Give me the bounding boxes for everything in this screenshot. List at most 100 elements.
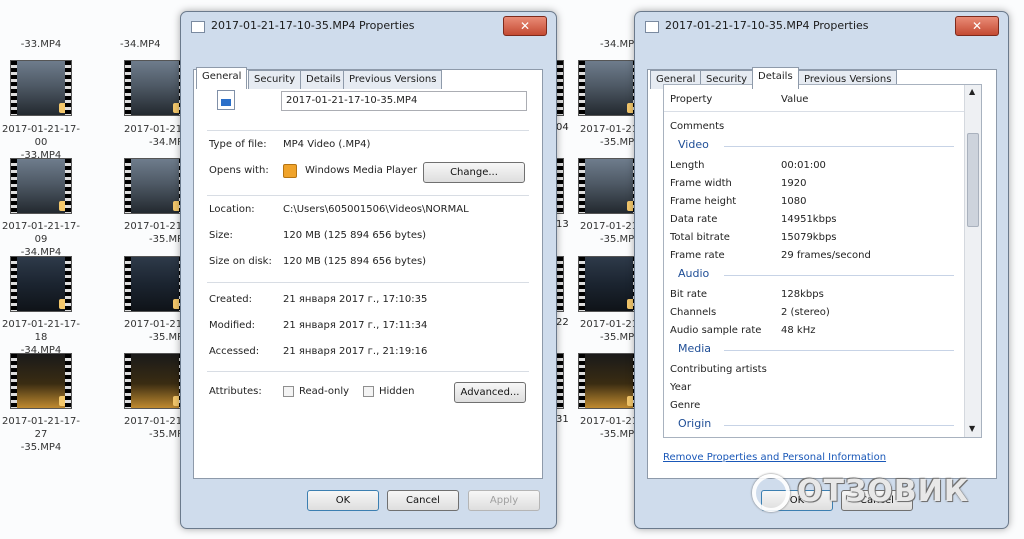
filename-field[interactable]: 2017-01-21-17-10-35.MP4 xyxy=(281,91,527,111)
divider xyxy=(207,371,529,372)
change-button[interactable]: Change... xyxy=(423,162,525,183)
windows-media-player-icon xyxy=(283,164,297,178)
property-name[interactable]: Frame height xyxy=(670,196,736,207)
section-divider xyxy=(724,425,954,426)
video-thumbnail[interactable] xyxy=(124,158,186,214)
attributes-label: Attributes: xyxy=(209,386,262,397)
video-thumbnail[interactable] xyxy=(578,158,640,214)
scrollbar[interactable]: ▲ ▼ xyxy=(964,85,981,437)
section-divider xyxy=(724,275,954,276)
file-label[interactable]: 2017-01-21-17-27 -35.MP4 xyxy=(0,415,86,454)
video-thumbnail[interactable] xyxy=(10,60,72,116)
read-only-checkbox[interactable] xyxy=(283,386,294,397)
video-thumbnail[interactable] xyxy=(10,158,72,214)
video-thumbnail[interactable] xyxy=(578,256,640,312)
video-thumbnail[interactable] xyxy=(10,353,72,409)
property-name[interactable]: Comments xyxy=(670,121,724,132)
property-name[interactable]: Frame width xyxy=(670,178,732,189)
video-thumbnail[interactable] xyxy=(124,256,186,312)
otzovik-logo-icon xyxy=(752,474,790,512)
video-thumbnail[interactable] xyxy=(578,60,640,116)
property-name[interactable]: Year xyxy=(670,382,691,393)
section-header: Video xyxy=(678,138,709,151)
properties-list[interactable]: Property Value Comments Video Length 00:01:… xyxy=(663,84,982,438)
property-value[interactable]: 48 kHz xyxy=(781,325,815,336)
hidden-label[interactable]: Hidden xyxy=(379,386,414,397)
tab-details[interactable]: Details xyxy=(300,70,347,89)
column-header-value[interactable]: Value xyxy=(781,94,808,105)
property-value[interactable]: 1920 xyxy=(781,178,806,189)
details-properties-dialog: 2017-01-21-17-10-35.MP4 Properties ✕ Gen… xyxy=(634,11,1009,529)
dialog-title: 2017-01-21-17-10-35.MP4 Properties xyxy=(665,19,869,32)
watermark-text: ОТЗОВИК xyxy=(797,474,970,509)
modified-value: 21 января 2017 г., 17:11:34 xyxy=(283,320,428,331)
property-name[interactable]: Channels xyxy=(670,307,716,318)
file-label[interactable]: 2017-01-21-17-09 -34.MP4 xyxy=(0,220,86,259)
remove-properties-link[interactable]: Remove Properties and Personal Informati… xyxy=(663,452,886,463)
opens-with-label: Opens with: xyxy=(209,165,269,176)
property-value[interactable]: 1080 xyxy=(781,196,806,207)
advanced-button[interactable]: Advanced... xyxy=(454,382,526,403)
section-divider xyxy=(724,146,954,147)
apply-button[interactable]: Apply xyxy=(468,490,540,511)
ok-button[interactable]: OK xyxy=(307,490,379,511)
file-label-fragment: 04 xyxy=(556,122,569,133)
file-label-fragment: 13 xyxy=(556,219,569,230)
close-button[interactable]: ✕ xyxy=(503,16,547,36)
video-thumbnail[interactable] xyxy=(124,60,186,116)
size-label: Size: xyxy=(209,230,233,241)
property-name[interactable]: Length xyxy=(670,160,705,171)
file-label[interactable]: 2017-01-21-17-00 -33.MP4 xyxy=(0,123,86,162)
file-label-fragment: 22 xyxy=(556,317,569,328)
scroll-up-arrow-icon[interactable]: ▲ xyxy=(969,87,975,96)
tab-previous-versions[interactable]: Previous Versions xyxy=(343,70,443,89)
size-value: 120 MB (125 894 656 bytes) xyxy=(283,230,427,241)
file-label[interactable]: -33.MP4 xyxy=(0,38,86,51)
divider xyxy=(207,282,529,283)
scroll-down-arrow-icon[interactable]: ▼ xyxy=(969,424,975,433)
property-value[interactable]: 00:01:00 xyxy=(781,160,826,171)
property-name[interactable]: Bit rate xyxy=(670,289,707,300)
tab-security[interactable]: Security xyxy=(248,70,302,89)
header-divider xyxy=(664,111,964,112)
property-value[interactable]: 128kbps xyxy=(781,289,824,300)
close-button[interactable]: ✕ xyxy=(955,16,999,36)
size-on-disk-label: Size on disk: xyxy=(209,256,272,267)
mp4-file-icon xyxy=(217,90,235,110)
file-label[interactable]: 2017-01-21-17-18 -34.MP4 xyxy=(0,318,86,357)
video-thumbnail[interactable] xyxy=(124,353,186,409)
file-label-fragment: 31 xyxy=(556,414,569,425)
hidden-checkbox[interactable] xyxy=(363,386,374,397)
accessed-label: Accessed: xyxy=(209,346,260,357)
title-bar[interactable]: 2017-01-21-17-10-35.MP4 Properties ✕ xyxy=(635,12,1008,40)
cancel-button[interactable]: Cancel xyxy=(387,490,459,511)
created-value: 21 января 2017 г., 17:10:35 xyxy=(283,294,428,305)
column-header-property[interactable]: Property xyxy=(670,94,712,105)
property-name[interactable]: Data rate xyxy=(670,214,717,225)
property-value[interactable]: 2 (stereo) xyxy=(781,307,830,318)
property-value[interactable]: 15079kbps xyxy=(781,232,837,243)
video-thumbnail[interactable] xyxy=(578,353,640,409)
title-bar[interactable]: 2017-01-21-17-10-35.MP4 Properties ✕ xyxy=(181,12,556,40)
divider xyxy=(207,130,529,131)
modified-label: Modified: xyxy=(209,320,256,331)
scrollbar-thumb[interactable] xyxy=(967,133,979,227)
size-on-disk-value: 120 MB (125 894 656 bytes) xyxy=(283,256,427,267)
property-name[interactable]: Frame rate xyxy=(670,250,725,261)
property-name[interactable]: Audio sample rate xyxy=(670,325,761,336)
property-name[interactable]: Total bitrate xyxy=(670,232,730,243)
created-label: Created: xyxy=(209,294,252,305)
file-icon xyxy=(645,21,659,33)
property-name[interactable]: Genre xyxy=(670,400,700,411)
property-value[interactable]: 14951kbps xyxy=(781,214,837,225)
file-icon xyxy=(191,21,205,33)
tab-general[interactable]: General xyxy=(196,67,248,89)
video-thumbnail[interactable] xyxy=(10,256,72,312)
property-name[interactable]: Contributing artists xyxy=(670,364,767,375)
tab-details[interactable]: Details xyxy=(752,67,799,89)
general-properties-dialog: 2017-01-21-17-10-35.MP4 Properties ✕ Gen… xyxy=(180,11,557,529)
close-icon: ✕ xyxy=(971,19,983,33)
property-value[interactable]: 29 frames/second xyxy=(781,250,871,261)
section-header: Origin xyxy=(678,417,712,430)
read-only-label[interactable]: Read-only xyxy=(299,386,349,397)
